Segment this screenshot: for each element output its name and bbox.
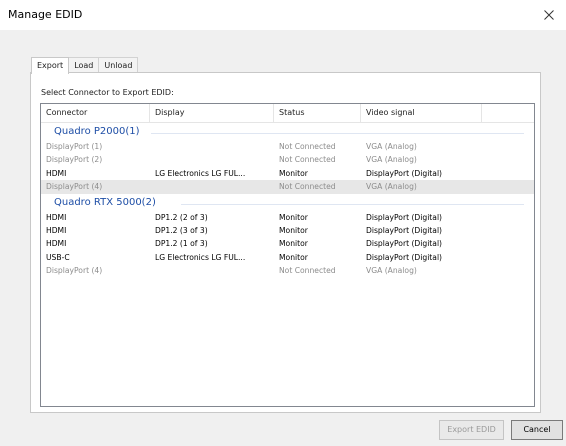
- column-header-status[interactable]: Status: [279, 108, 305, 117]
- connector-row[interactable]: DisplayPort (4) Not Connected VGA (Analog): [41, 264, 534, 277]
- video-signal-cell: VGA (Analog): [366, 155, 417, 165]
- video-signal-cell: DisplayPort (Digital): [366, 252, 443, 262]
- export-tab-page: Select Connector to Export EDID: Connect…: [30, 72, 541, 413]
- status-cell: Not Connected: [279, 142, 336, 151]
- column-divider[interactable]: [481, 104, 482, 122]
- group-header[interactable]: Quadro RTX 5000(2): [41, 194, 534, 211]
- connector-row[interactable]: HDMI DP1.2 (1 of 3) Monitor DisplayPort (Di…: [41, 237, 534, 250]
- column-header-display[interactable]: Display: [155, 108, 185, 117]
- title-bar: Manage EDID: [0, 0, 566, 30]
- tab-load[interactable]: Load: [68, 57, 100, 73]
- group-header[interactable]: Quadro P2000(1): [41, 123, 534, 140]
- connector-cell: HDMI: [46, 212, 67, 222]
- close-button[interactable]: [532, 0, 566, 30]
- video-signal-cell: DisplayPort (Digital): [366, 212, 443, 222]
- list-header: Connector Display Status Video signal: [41, 104, 534, 123]
- connector-row[interactable]: USB-C LG Electronics LG FUL... Monitor Disp…: [41, 251, 534, 264]
- close-icon: [544, 10, 554, 20]
- connector-cell: DisplayPort (2): [46, 155, 103, 165]
- tab-unload[interactable]: Unload: [98, 57, 139, 73]
- display-cell: LG Electronics LG FUL...: [155, 168, 246, 178]
- column-divider[interactable]: [273, 104, 274, 122]
- status-cell: Not Connected: [279, 155, 336, 165]
- group-label: Quadro P2000(1): [54, 126, 140, 137]
- export-edid-button[interactable]: Export EDID: [439, 420, 504, 440]
- connector-cell: HDMI: [46, 225, 67, 235]
- group-label: Quadro RTX 5000(2): [54, 196, 156, 208]
- display-cell: LG Electronics LG FUL...: [155, 252, 246, 262]
- status-cell: Monitor: [279, 212, 308, 222]
- status-cell: Not Connected: [279, 266, 336, 276]
- tab-strip: Export Load Unload: [31, 57, 139, 74]
- list-body: Quadro P2000(1) DisplayPort (1) Not Connec…: [41, 123, 534, 278]
- connector-cell: DisplayPort (4): [46, 182, 103, 192]
- connector-cell: USB-C: [46, 252, 70, 262]
- status-cell: Monitor: [279, 168, 308, 178]
- video-signal-cell: DisplayPort (Digital): [366, 239, 443, 249]
- connector-row[interactable]: DisplayPort (2) Not Connected VGA (Analog): [41, 153, 534, 166]
- status-cell: Not Connected: [279, 182, 336, 192]
- status-cell: Monitor: [279, 252, 308, 262]
- cancel-button[interactable]: Cancel: [511, 420, 563, 440]
- manage-edid-dialog: Manage EDID Export Load Unload Select Co…: [0, 0, 566, 446]
- column-header-video-signal[interactable]: Video signal: [366, 108, 415, 117]
- connector-list[interactable]: Connector Display Status Video signal Qu…: [40, 103, 535, 407]
- select-connector-prompt: Select Connector to Export EDID:: [41, 88, 174, 97]
- column-header-connector[interactable]: Connector: [46, 108, 87, 117]
- connector-cell: HDMI: [46, 239, 67, 249]
- display-cell: DP1.2 (3 of 3): [155, 225, 208, 235]
- display-cell: DP1.2 (2 of 3): [155, 212, 208, 222]
- status-cell: Monitor: [279, 239, 308, 249]
- video-signal-cell: VGA (Analog): [366, 182, 417, 192]
- connector-row[interactable]: HDMI DP1.2 (2 of 3) Monitor DisplayPort (Di…: [41, 211, 534, 224]
- connector-row[interactable]: HDMI DP1.2 (3 of 3) Monitor DisplayPort (Di…: [41, 224, 534, 237]
- status-cell: Monitor: [279, 225, 308, 235]
- connector-row[interactable]: HDMI LG Electronics LG FUL... Monitor Displ…: [41, 167, 534, 180]
- connector-cell: HDMI: [46, 168, 67, 178]
- video-signal-cell: DisplayPort (Digital): [366, 225, 443, 235]
- column-divider[interactable]: [360, 104, 361, 122]
- video-signal-cell: DisplayPort (Digital): [366, 168, 443, 178]
- window-title: Manage EDID: [8, 8, 83, 21]
- group-divider-line: [181, 203, 524, 205]
- column-divider[interactable]: [149, 104, 150, 122]
- connector-cell: DisplayPort (4): [46, 266, 103, 276]
- connector-row[interactable]: DisplayPort (4) Not Connected VGA (Analog): [41, 180, 534, 194]
- video-signal-cell: VGA (Analog): [366, 266, 417, 276]
- display-cell: DP1.2 (1 of 3): [155, 239, 208, 249]
- video-signal-cell: VGA (Analog): [366, 142, 417, 151]
- tab-export[interactable]: Export: [31, 57, 70, 74]
- group-divider-line: [151, 133, 524, 134]
- connector-cell: DisplayPort (1): [46, 142, 103, 151]
- connector-row[interactable]: DisplayPort (1) Not Connected VGA (Analog): [41, 140, 534, 153]
